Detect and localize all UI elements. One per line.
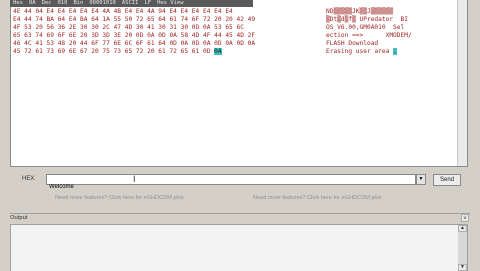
send-format-label: HEX	[22, 176, 35, 182]
hex-line: 46 4C 41 53 48 20 44 6F 77 6E 6C 6F 61 6…	[13, 40, 256, 47]
ascii-line: OS V6.00,GM0A010 Sel	[326, 24, 405, 31]
output-panel-header: Output ×	[10, 213, 470, 223]
output-panel[interactable]: ▲ ▼	[10, 224, 468, 271]
terminal-scrollbar[interactable]	[457, 0, 467, 166]
ascii-line: ection ==> XMODEM/	[326, 32, 412, 39]
hex-line-last: 45 72 61 73 69 6E 67 20 75 73 65 72 20 6…	[13, 48, 222, 56]
hex-line: 4F 53 20 56 36 2E 30 30 2C 47 4D 30 41 3…	[13, 24, 244, 31]
ascii-line: FLASH Download	[326, 40, 379, 47]
format-value-bin: 00001010	[89, 0, 116, 6]
format-label-hex: Hex	[13, 0, 23, 6]
format-value-hex: 0A	[28, 0, 36, 6]
format-label-dec: Dec	[41, 0, 52, 6]
hex-line: 4E 44 04 E4 E4 E4 E4 E4 4A 4B E4 E4 4A 9…	[13, 8, 233, 15]
upgrade-link[interactable]: Need more features? Click here for eGHDC…	[55, 195, 184, 201]
close-icon[interactable]: ×	[461, 214, 469, 222]
ascii-line: ND▒▒▒▒▒JK▒▒J▒▒▒▒▒▒	[326, 8, 394, 15]
send-input-box[interactable]	[46, 174, 419, 192]
ibeam-cursor-icon: I	[133, 174, 136, 184]
hex-line-text: 45 72 61 73 69 6E 67 20 75 73 65 72 20 6…	[13, 48, 211, 55]
hex-view-toggle[interactable]: Hex View	[157, 0, 184, 7]
scroll-up-icon[interactable]: ▲	[458, 225, 467, 232]
format-value-dec: 010	[57, 0, 68, 6]
ascii-line-text: Erasing user area	[326, 48, 390, 55]
send-button[interactable]: Send	[433, 174, 461, 186]
history-dropdown-button[interactable]: ▼	[416, 174, 426, 185]
format-label-ascii: ASCII	[121, 0, 139, 6]
format-label-bin: Bin	[73, 0, 84, 6]
ascii-highlight: .	[393, 48, 397, 55]
hex-line: E4 44 74 BA 64 E4 BA 64 1A 55 50 72 65 6…	[13, 16, 256, 23]
ascii-line-last: Erasing user area .	[326, 48, 397, 56]
format-toolbar: Hex 0A Dec 010 Bin 00001010 ASCII LF Hex…	[10, 0, 253, 7]
output-scrollbar[interactable]: ▲ ▼	[458, 225, 467, 271]
format-value-ascii: LF	[144, 0, 152, 6]
hex-line: 65 63 74 69 6F 6E 20 3D 3D 3E 20 0D 0A 0…	[13, 32, 256, 39]
ascii-line: ▒Dt▒d▒f▒ UPredator BI	[326, 16, 408, 23]
send-input[interactable]	[47, 182, 419, 192]
output-panel-title: Output	[10, 215, 28, 221]
hex-highlight: 0A	[214, 48, 222, 55]
upgrade-link[interactable]: Need more features? Click here for eGHDC…	[253, 195, 382, 201]
